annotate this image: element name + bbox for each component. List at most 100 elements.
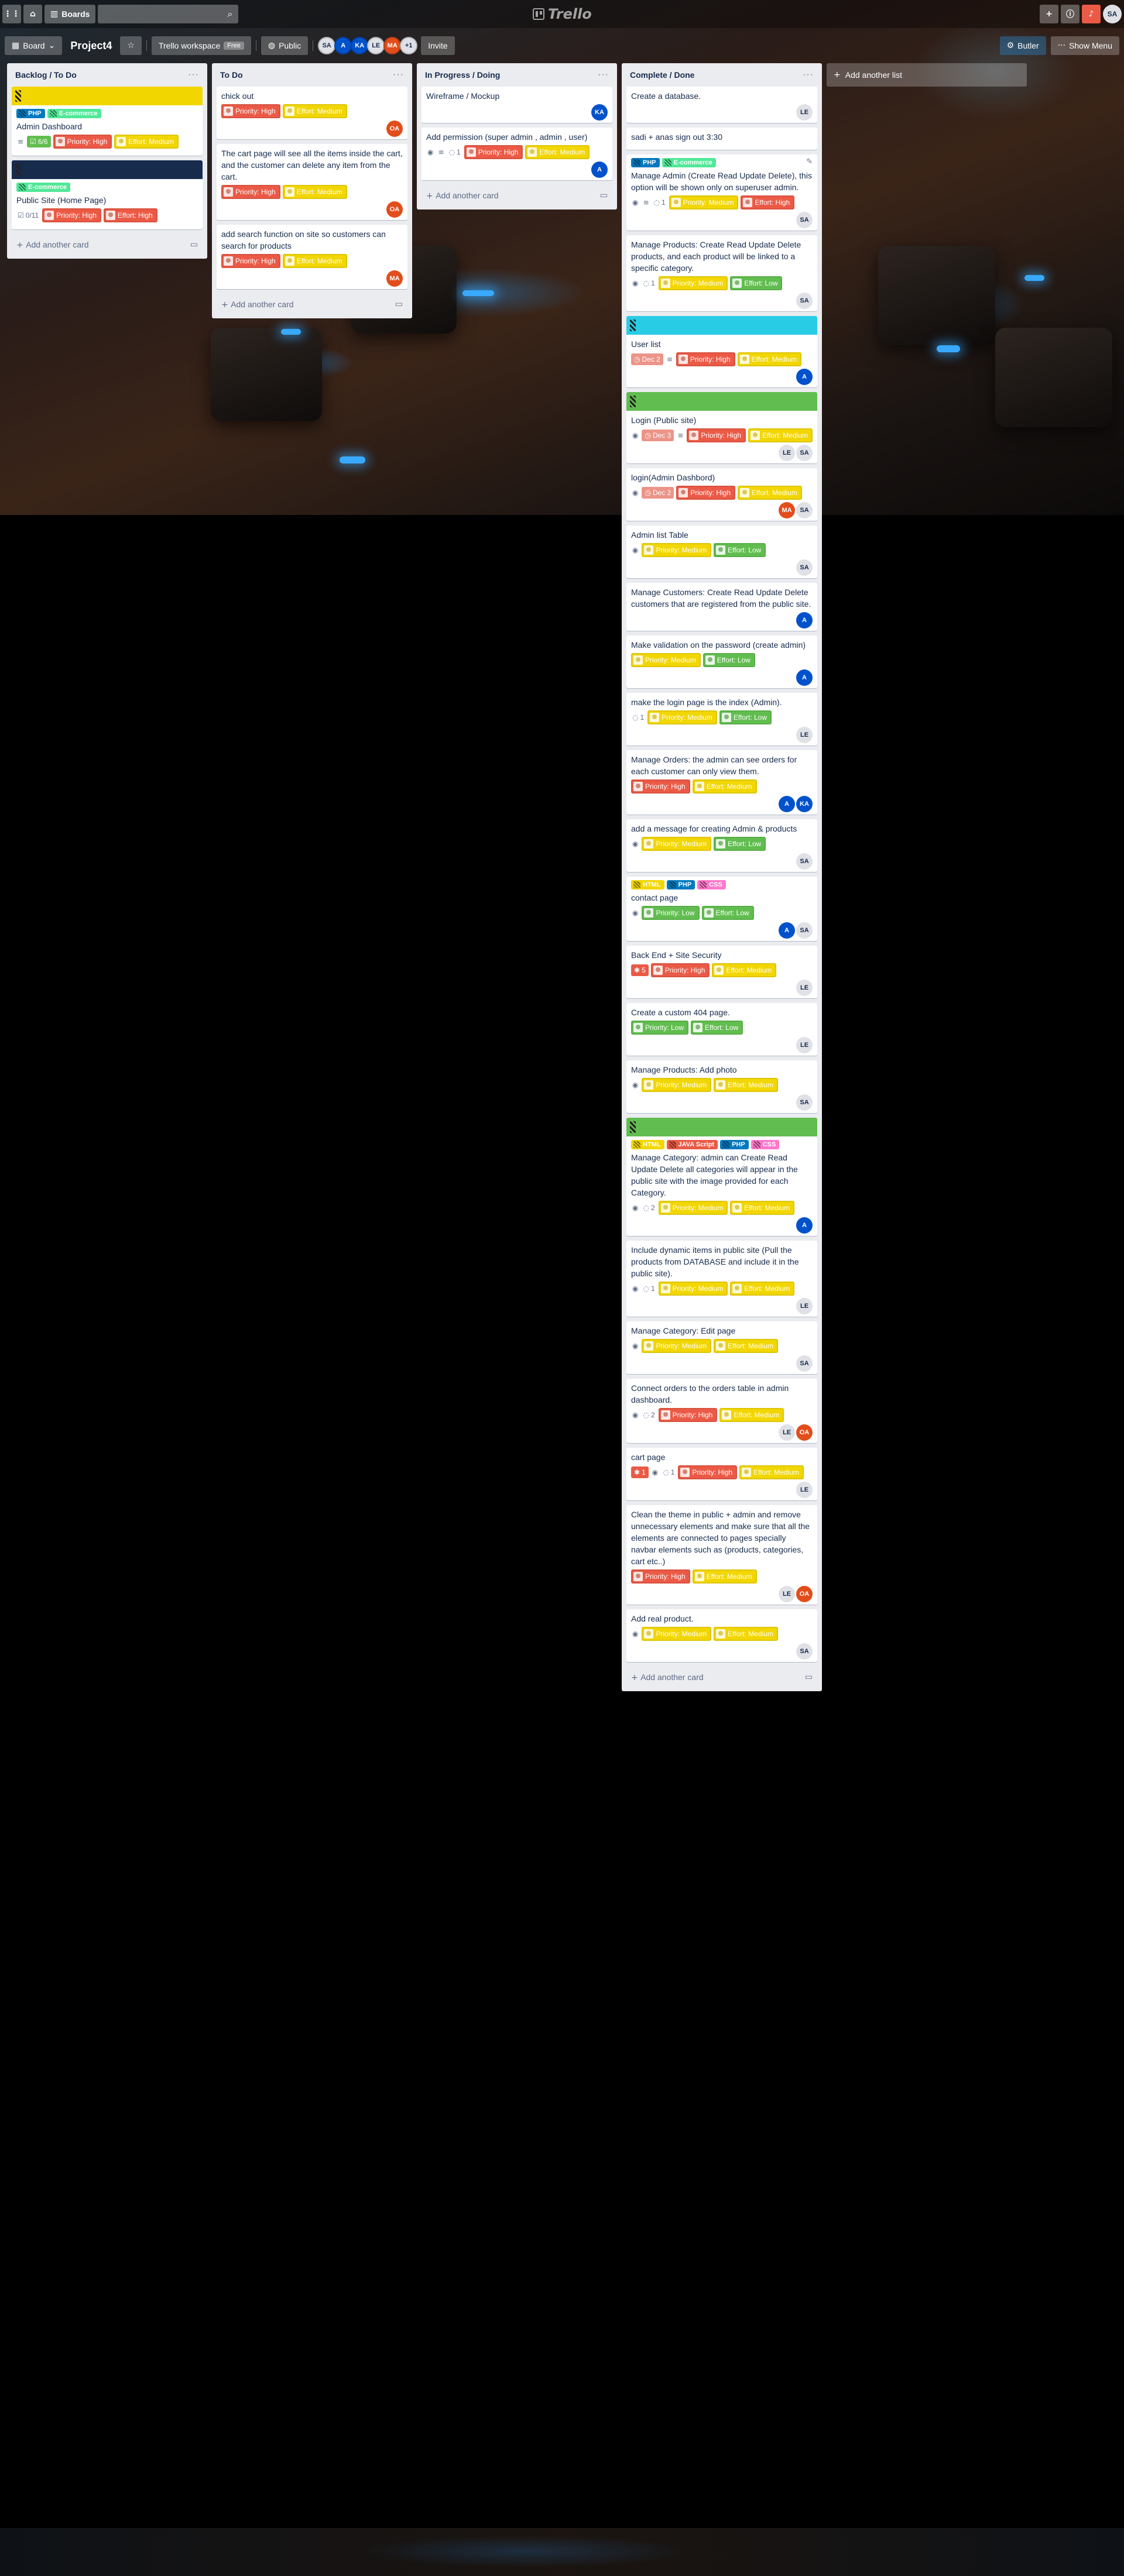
template-icon[interactable]: ▭ <box>190 240 198 249</box>
due-date-badge[interactable]: ◷ Dec 3 <box>642 430 674 441</box>
member-avatar[interactable]: LE <box>796 727 813 743</box>
custom-field-badge[interactable]: Effort: Low <box>714 543 766 557</box>
custom-field-badge[interactable]: Effort: Medium <box>730 1282 795 1296</box>
member-avatar[interactable]: OA <box>796 1586 813 1602</box>
card[interactable]: Manage Customers: Create Read Update Del… <box>626 583 817 631</box>
card[interactable]: The cart page will see all the items ins… <box>217 144 407 220</box>
card[interactable]: HTML JAVA Script PHP CSS Manage Category: ad… <box>626 1118 817 1236</box>
card[interactable]: Make validation on the password (create … <box>626 636 817 688</box>
card[interactable]: Login (Public site) ◉ ◷ Dec 3 ≡ Priority: Hig… <box>626 392 817 463</box>
card-label[interactable]: JAVA Script <box>666 1140 718 1149</box>
card[interactable]: sadi + anas sign out 3:30 <box>626 128 817 150</box>
add-card-button[interactable]: + Add another card ▭ <box>12 234 203 255</box>
member-avatar[interactable]: LE <box>367 37 385 54</box>
card[interactable]: add a message for creating Admin & produ… <box>626 819 817 872</box>
card[interactable]: Create a database. LE <box>626 87 817 123</box>
custom-field-badge[interactable]: Priority: Medium <box>631 653 701 667</box>
card[interactable]: Clean the theme in public + admin and re… <box>626 1505 817 1605</box>
card-label[interactable]: PHP <box>16 109 45 118</box>
custom-field-badge[interactable]: Priority: Medium <box>642 1627 712 1641</box>
member-avatar[interactable]: SA <box>796 853 813 870</box>
custom-field-badge[interactable]: Effort: Medium <box>282 104 347 118</box>
card[interactable]: PHP E-commerce Admin Dashboard ≡ ☑ 6/6 Priorit… <box>12 87 203 156</box>
card[interactable]: Create a custom 404 page. Priority: Low Ef… <box>626 1003 817 1056</box>
card[interactable]: Manage Category: Edit page ◉ Priority: Med… <box>626 1321 817 1374</box>
member-avatar[interactable]: SA <box>796 293 813 309</box>
card[interactable]: Include dynamic items in public site (Pu… <box>626 1241 817 1317</box>
custom-field-badge[interactable]: Priority: Medium <box>658 1201 728 1215</box>
member-avatar[interactable]: +1 <box>400 37 418 54</box>
member-avatar[interactable]: SA <box>796 1355 813 1372</box>
card[interactable]: Add real product. ◉ Priority: Medium Effort… <box>626 1609 817 1662</box>
custom-field-badge[interactable]: Effort: Medium <box>714 1339 778 1353</box>
custom-field-badge[interactable]: Priority: High <box>676 352 735 366</box>
member-avatar[interactable]: A <box>796 612 813 628</box>
custom-field-badge[interactable]: Priority: Low <box>642 906 700 920</box>
custom-field-badge[interactable]: Priority: High <box>221 185 280 199</box>
list-menu-icon[interactable]: ··· <box>188 70 199 80</box>
custom-field-badge[interactable]: Effort: High <box>103 208 157 222</box>
custom-field-badge[interactable]: Effort: Medium <box>282 254 347 268</box>
boards-button[interactable]: ▥ Boards <box>44 5 96 23</box>
trello-logo[interactable]: Trello <box>533 6 592 22</box>
card[interactable]: E-commerce Public Site (Home Page) ☑ 0/11 Pr… <box>12 160 203 229</box>
board-view-button[interactable]: ▦ Board ⌄ <box>5 36 63 55</box>
custom-field-badge[interactable]: Priority: High <box>631 779 690 794</box>
member-avatar[interactable]: SA <box>796 559 813 576</box>
member-avatar[interactable]: A <box>779 796 795 812</box>
custom-field-badge[interactable]: Effort: Medium <box>714 1078 778 1092</box>
card-label[interactable]: PHP <box>631 158 660 167</box>
custom-field-badge[interactable]: Effort: Medium <box>738 486 802 500</box>
add-card-button[interactable]: + Add another card ▭ <box>626 1667 817 1688</box>
info-icon[interactable]: ⓘ <box>1061 5 1080 23</box>
member-avatar[interactable]: KA <box>796 796 813 812</box>
member-avatar[interactable]: SA <box>796 922 813 939</box>
search-input[interactable]: ⌕ <box>98 5 239 23</box>
due-date-badge[interactable]: ◷ Dec 2 <box>631 353 663 365</box>
custom-field-badge[interactable]: Effort: Medium <box>692 779 757 794</box>
list-title[interactable]: In Progress / Doing <box>425 70 500 80</box>
list-title[interactable]: To Do <box>220 70 243 80</box>
custom-field-badge[interactable]: Effort: Medium <box>114 135 179 149</box>
board-title[interactable]: Project4 <box>67 40 115 52</box>
custom-field-badge[interactable]: Effort: Medium <box>737 352 802 366</box>
card-label[interactable]: CSS <box>697 880 726 889</box>
custom-field-badge[interactable]: Priority: Medium <box>658 276 728 290</box>
card[interactable]: Manage Orders: the admin can see orders … <box>626 750 817 815</box>
card[interactable]: Back End + Site Security ✱ 5 Priority: High… <box>626 946 817 998</box>
user-avatar[interactable]: SA <box>1103 5 1122 23</box>
custom-field-badge[interactable]: Effort: Low <box>719 710 772 724</box>
custom-field-badge[interactable]: Priority: High <box>42 208 101 222</box>
member-avatar[interactable]: SA <box>796 502 813 518</box>
home-icon[interactable]: ⌂ <box>23 5 42 23</box>
member-avatar[interactable]: A <box>334 37 352 54</box>
card-label[interactable]: E-commerce <box>16 183 71 192</box>
card[interactable]: Connect orders to the orders table in ad… <box>626 1379 817 1443</box>
member-avatar[interactable]: MA <box>383 37 402 54</box>
custom-field-badge[interactable]: Priority: Medium <box>647 710 717 724</box>
card-label[interactable]: HTML <box>631 880 664 889</box>
member-avatar[interactable]: LE <box>779 1586 795 1602</box>
member-avatar[interactable]: SA <box>796 212 813 228</box>
card[interactable]: add search function on site so customers… <box>217 225 407 289</box>
star-button[interactable]: ☆ <box>120 36 142 55</box>
member-avatar[interactable]: OA <box>386 121 403 137</box>
member-avatar[interactable]: LE <box>779 445 795 461</box>
card[interactable]: HTML PHP CSS contact page ◉ Priority: Low Effo… <box>626 877 817 941</box>
card-label[interactable]: CSS <box>751 1140 780 1149</box>
custom-field-badge[interactable]: Priority: High <box>464 145 523 159</box>
card-label[interactable]: E-commerce <box>662 158 716 167</box>
member-avatar[interactable]: LE <box>796 1298 813 1314</box>
member-avatar[interactable]: SA <box>796 445 813 461</box>
member-avatar[interactable]: A <box>796 369 813 385</box>
custom-field-badge[interactable]: Priority: Low <box>631 1021 689 1035</box>
card[interactable]: cart page ✱ 1 ◉ ◌ 1 Priority: High Effort: Medi… <box>626 1448 817 1500</box>
custom-field-badge[interactable]: Effort: Medium <box>692 1569 757 1584</box>
card[interactable]: Manage Products: Create Read Update Dele… <box>626 235 817 311</box>
custom-field-badge[interactable]: Effort: High <box>741 195 795 209</box>
card[interactable]: Add permission (super admin , admin , us… <box>422 128 612 180</box>
custom-field-badge[interactable]: Effort: Medium <box>282 185 347 199</box>
list-title[interactable]: Backlog / To Do <box>15 70 77 80</box>
card[interactable]: make the login page is the index (Admin)… <box>626 693 817 746</box>
apps-icon[interactable]: ⋮⋮ <box>2 5 21 23</box>
